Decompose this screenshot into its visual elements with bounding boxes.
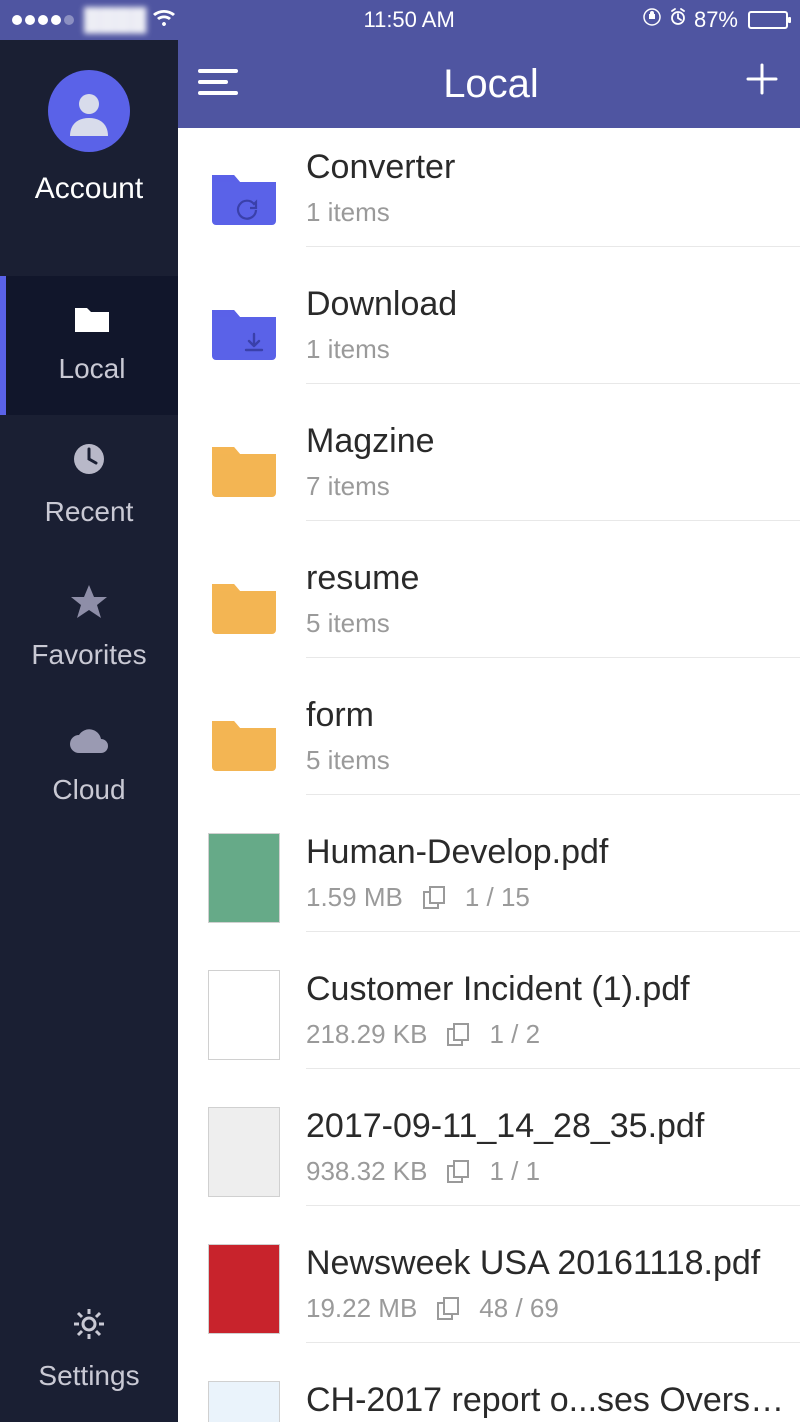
carrier-label: ████ bbox=[84, 7, 146, 33]
folder-row[interactable]: form 5 items bbox=[178, 672, 800, 809]
file-name: Human-Develop.pdf bbox=[306, 833, 800, 872]
sidebar-item-label: Cloud bbox=[52, 774, 125, 806]
signal-strength-icon bbox=[12, 15, 74, 25]
file-thumbnail bbox=[208, 1244, 280, 1334]
folder-icon bbox=[208, 437, 280, 497]
file-pages: 1 / 15 bbox=[465, 882, 530, 913]
file-name: Customer Incident (1).pdf bbox=[306, 970, 800, 1009]
gear-icon bbox=[72, 1307, 106, 1348]
sidebar-item-local[interactable]: Local bbox=[0, 276, 178, 415]
add-button[interactable] bbox=[744, 61, 780, 107]
sidebar-item-label: Favorites bbox=[31, 639, 146, 671]
topbar: Local bbox=[178, 40, 800, 128]
file-thumbnail bbox=[208, 970, 280, 1060]
main-panel: Local Converter 1 items Download 1 items Mag… bbox=[178, 40, 800, 1422]
account-label[interactable]: Account bbox=[35, 172, 143, 206]
star-icon bbox=[70, 584, 108, 627]
file-name: CH-2017 report o...ses Overseas bbox=[306, 1381, 800, 1420]
folder-meta: 5 items bbox=[306, 608, 390, 639]
alarm-icon bbox=[668, 7, 688, 33]
folder-row[interactable]: Download 1 items bbox=[178, 261, 800, 398]
folder-meta: 1 items bbox=[306, 197, 390, 228]
sidebar: Account Local Recent Favorites bbox=[0, 40, 178, 1422]
folder-meta: 1 items bbox=[306, 334, 390, 365]
file-list[interactable]: Converter 1 items Download 1 items Magzine 7 … bbox=[178, 128, 800, 1422]
pages-icon bbox=[421, 885, 447, 911]
folder-name: Download bbox=[306, 285, 800, 324]
file-pages: 1 / 2 bbox=[489, 1019, 540, 1050]
folder-name: form bbox=[306, 696, 800, 735]
file-row[interactable]: Customer Incident (1).pdf 218.29 KB 1 / 2 bbox=[178, 946, 800, 1083]
sidebar-item-label: Settings bbox=[38, 1360, 139, 1392]
sidebar-item-cloud[interactable]: Cloud bbox=[0, 701, 178, 836]
status-bar: ████ 11:50 AM 87% bbox=[0, 0, 800, 40]
file-size: 19.22 MB bbox=[306, 1293, 417, 1324]
file-pages: 1 / 1 bbox=[489, 1156, 540, 1187]
status-time: 11:50 AM bbox=[176, 7, 642, 33]
folder-icon bbox=[208, 165, 280, 225]
file-row[interactable]: 2017-09-11_14_28_35.pdf 938.32 KB 1 / 1 bbox=[178, 1083, 800, 1220]
folder-name: resume bbox=[306, 559, 800, 598]
file-row[interactable]: Newsweek USA 20161118.pdf 19.22 MB 48 / 69 bbox=[178, 1220, 800, 1357]
file-thumbnail bbox=[208, 833, 280, 923]
file-row[interactable]: Human-Develop.pdf 1.59 MB 1 / 15 bbox=[178, 809, 800, 946]
file-size: 1.59 MB bbox=[306, 882, 403, 913]
account-avatar[interactable] bbox=[48, 70, 130, 152]
sidebar-item-favorites[interactable]: Favorites bbox=[0, 558, 178, 701]
battery-percent: 87% bbox=[694, 7, 738, 33]
file-row[interactable]: CH-2017 report o...ses Overseas5.65 MB5 … bbox=[178, 1357, 800, 1422]
clock-icon bbox=[71, 441, 107, 484]
sidebar-item-label: Local bbox=[59, 353, 126, 385]
battery-icon bbox=[748, 11, 788, 29]
folder-row[interactable]: resume 5 items bbox=[178, 535, 800, 672]
file-thumbnail bbox=[208, 1107, 280, 1197]
folder-meta: 7 items bbox=[306, 471, 390, 502]
file-name: Newsweek USA 20161118.pdf bbox=[306, 1244, 800, 1283]
pages-icon bbox=[445, 1159, 471, 1185]
orientation-lock-icon bbox=[642, 7, 662, 33]
folder-meta: 5 items bbox=[306, 745, 390, 776]
file-size: 218.29 KB bbox=[306, 1019, 427, 1050]
sidebar-item-label: Recent bbox=[45, 496, 134, 528]
sidebar-item-recent[interactable]: Recent bbox=[0, 415, 178, 558]
folder-name: Converter bbox=[306, 148, 800, 187]
pages-icon bbox=[435, 1296, 461, 1322]
folder-row[interactable]: Converter 1 items bbox=[178, 128, 800, 261]
pages-icon bbox=[445, 1022, 471, 1048]
menu-icon[interactable] bbox=[198, 62, 238, 107]
cloud-icon bbox=[68, 727, 110, 762]
page-title: Local bbox=[238, 62, 744, 107]
folder-icon bbox=[73, 302, 111, 341]
file-thumbnail bbox=[208, 1381, 280, 1422]
folder-icon bbox=[208, 711, 280, 771]
wifi-icon bbox=[152, 7, 176, 33]
folder-row[interactable]: Magzine 7 items bbox=[178, 398, 800, 535]
folder-icon bbox=[208, 300, 280, 360]
file-size: 938.32 KB bbox=[306, 1156, 427, 1187]
sidebar-item-settings[interactable]: Settings bbox=[0, 1281, 178, 1422]
file-name: 2017-09-11_14_28_35.pdf bbox=[306, 1107, 800, 1146]
folder-icon bbox=[208, 574, 280, 634]
file-pages: 48 / 69 bbox=[479, 1293, 559, 1324]
folder-name: Magzine bbox=[306, 422, 800, 461]
